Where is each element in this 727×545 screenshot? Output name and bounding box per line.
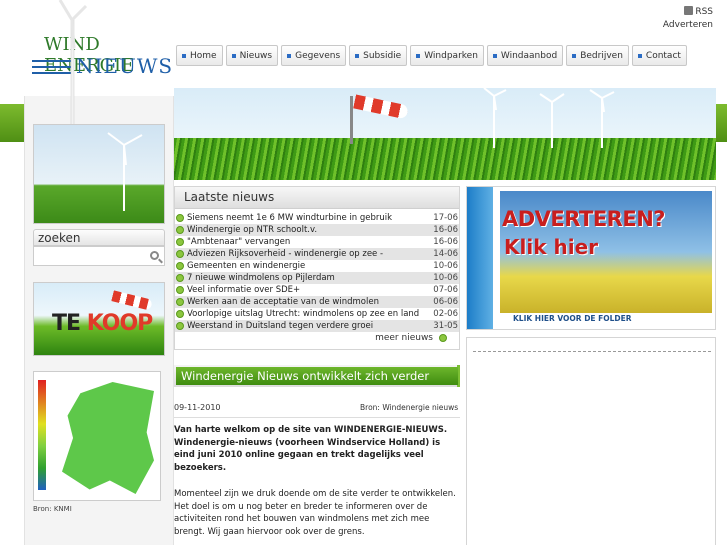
news-item[interactable]: "Ambtenaar" vervangen 16-06 — [175, 236, 459, 248]
arrow-icon — [439, 334, 447, 342]
windsock-icon — [111, 290, 153, 311]
news-item[interactable]: Veel informatie over SDE+ 07-06 — [175, 284, 459, 296]
news-item[interactable]: Siemens neemt 1e 6 MW windturbine in geb… — [175, 212, 459, 224]
main-nav: Home Nieuws Gegevens Subsidie Windparken… — [176, 45, 690, 66]
search-icon[interactable] — [150, 251, 159, 260]
article-date: 09-11-2010 — [174, 403, 221, 412]
rss-icon — [684, 6, 694, 15]
nav-home[interactable]: Home — [176, 45, 223, 66]
news-item[interactable]: 7 nieuwe windmolens op Pijlerdam 10-06 — [175, 272, 459, 284]
bullet-icon — [182, 53, 186, 58]
bullet-icon — [176, 238, 184, 246]
windsock-icon — [353, 94, 409, 120]
nav-contact[interactable]: Contact — [631, 45, 687, 66]
news-item[interactable]: Weerstand in Duitsland tegen verdere gro… — [175, 320, 459, 332]
nav-subsidie[interactable]: Subsidie — [349, 45, 408, 66]
bullet-icon — [416, 53, 421, 58]
latest-news-heading: Laatste nieuws — [175, 187, 459, 209]
article-body: Van harte welkom op de site van WINDENER… — [174, 424, 460, 545]
divider — [473, 351, 711, 352]
rss-link[interactable]: RSS — [663, 6, 713, 19]
ad-headline: ADVERTEREN? — [502, 207, 665, 231]
bullet-icon — [231, 53, 236, 58]
header-banner — [174, 88, 716, 180]
wind-map[interactable] — [33, 371, 161, 501]
turbine-photo — [33, 124, 165, 224]
top-links: RSS Adverteren — [663, 6, 713, 32]
advertise-banner[interactable]: ADVERTEREN? Klik hier — [500, 191, 712, 313]
article-source: Bron: Windenergie nieuws — [360, 403, 459, 412]
bullet-icon — [492, 53, 497, 58]
site-logo[interactable]: WIND ENERGIE NIEUWS — [30, 34, 174, 84]
article-lead: Van harte welkom op de site van WINDENER… — [174, 425, 448, 473]
bullet-icon — [176, 274, 184, 282]
te-koop-banner[interactable]: TE KOOP — [33, 282, 165, 356]
folder-link[interactable]: KLIK HIER VOOR DE FOLDER — [513, 314, 632, 323]
advertise-link[interactable]: Adverteren — [663, 19, 713, 32]
photo-turbine — [107, 132, 143, 211]
article-title-bar: Windenergie Nieuws ontwikkelt zich verde… — [174, 365, 460, 387]
ad-subline: Klik hier — [504, 235, 598, 259]
search-title: zoeken — [33, 229, 165, 246]
bullet-icon — [572, 53, 577, 58]
bullet-icon — [176, 298, 184, 306]
banner-turbines — [483, 88, 615, 148]
divider — [174, 417, 460, 418]
bullet-icon — [176, 286, 184, 294]
news-item[interactable]: Windenergie op NTR schoolt.v. 16-06 — [175, 224, 459, 236]
news-list: Siemens neemt 1e 6 MW windturbine in geb… — [175, 209, 459, 332]
bullet-icon — [637, 53, 642, 58]
nav-windparken[interactable]: Windparken — [410, 45, 484, 66]
nav-gegevens[interactable]: Gegevens — [281, 45, 347, 66]
article-paragraph: Momenteel zijn we druk doende om de site… — [174, 489, 456, 537]
article-title: Windenergie Nieuws ontwikkelt zich verde… — [176, 367, 458, 385]
advertise-box[interactable]: ADVERTEREN? Klik hier KLIK HIER VOOR DE … — [466, 186, 716, 330]
more-news-link[interactable]: meer nieuws — [375, 333, 447, 343]
bullet-icon — [176, 322, 184, 330]
bullet-icon — [176, 310, 184, 318]
map-credit: Bron: KNMI — [33, 505, 72, 513]
news-item[interactable]: Gemeenten en windenergie 10-06 — [175, 260, 459, 272]
nav-bedrijven[interactable]: Bedrijven — [566, 45, 629, 66]
map-legend — [38, 380, 46, 490]
bullet-icon — [287, 53, 292, 58]
bullet-icon — [176, 214, 184, 222]
netherlands-map — [62, 382, 154, 494]
bullet-icon — [176, 262, 184, 270]
news-item[interactable]: Adviezen Rijksoverheid - windenergie op … — [175, 248, 459, 260]
bullet-icon — [355, 53, 360, 58]
te-koop-label: TE KOOP — [52, 311, 153, 336]
bullet-icon — [176, 250, 184, 258]
search-box: zoeken — [33, 229, 165, 271]
news-item[interactable]: Werken aan de acceptatie van de windmole… — [175, 296, 459, 308]
ad-stripe — [467, 187, 493, 329]
latest-news-box: Laatste nieuws Siemens neemt 1e 6 MW win… — [174, 186, 460, 350]
nav-windaanbod[interactable]: Windaanbod — [486, 45, 564, 66]
search-input[interactable] — [33, 246, 165, 266]
logo-nieuws-text: NIEUWS — [76, 54, 174, 78]
sidebar-panel — [466, 337, 716, 545]
news-item[interactable]: Voorlopige uitslag Utrecht: windmolens o… — [175, 308, 459, 320]
bullet-icon — [176, 226, 184, 234]
windsock-pole — [350, 96, 353, 144]
nav-nieuws[interactable]: Nieuws — [225, 45, 279, 66]
